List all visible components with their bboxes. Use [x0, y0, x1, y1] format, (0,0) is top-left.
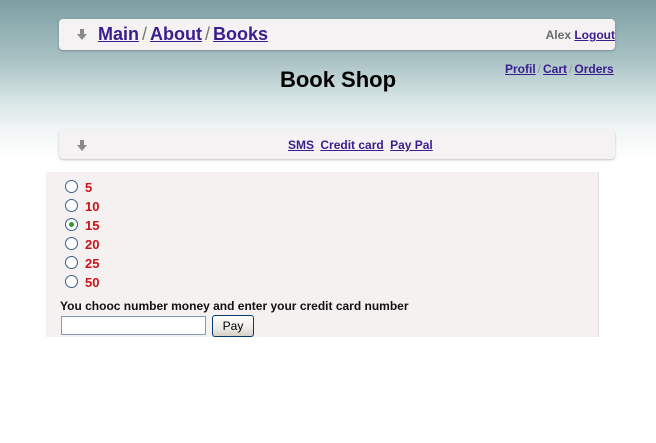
page-title: Book Shop	[279, 67, 397, 92]
down-arrow-icon	[77, 29, 87, 40]
breadcrumb-main[interactable]: Main	[98, 24, 139, 44]
logout-link[interactable]: Logout	[574, 28, 615, 42]
breadcrumb-about[interactable]: About	[150, 24, 202, 44]
amount-label: 25	[85, 256, 100, 271]
amount-radio[interactable]	[65, 237, 78, 250]
payment-panel: 5 10 15 20 25 50 You chooc number money …	[46, 172, 599, 337]
sms-link[interactable]: SMS	[288, 138, 314, 152]
credit-card-link[interactable]: Credit card	[320, 138, 383, 152]
user-area: Alex Logout	[546, 28, 615, 42]
amount-label: 10	[85, 199, 100, 214]
payment-method-bar: SMS Credit card Pay Pal	[59, 130, 615, 159]
breadcrumb-separator: /	[142, 24, 148, 44]
amount-radio[interactable]	[65, 180, 78, 193]
amount-radio[interactable]	[65, 199, 78, 212]
payment-method-links: SMS Credit card Pay Pal	[288, 138, 436, 152]
amount-label: 20	[85, 237, 100, 252]
breadcrumb-separator: /	[205, 24, 211, 44]
amount-label: 50	[85, 275, 100, 290]
navigation-bar: Main / About / Books Alex Logout	[59, 19, 615, 50]
credit-card-input[interactable]	[61, 316, 206, 335]
amount-label: 5	[85, 180, 93, 195]
amount-label: 15	[85, 218, 100, 233]
breadcrumb-books[interactable]: Books	[213, 24, 268, 44]
pay-button[interactable]: Pay	[212, 315, 254, 337]
amount-radio-selected[interactable]	[65, 218, 78, 231]
username: Alex	[545, 28, 571, 42]
instruction-text: You chooc number money and enter your cr…	[60, 299, 409, 313]
amount-radio[interactable]	[65, 275, 78, 288]
paypal-link[interactable]: Pay Pal	[390, 138, 433, 152]
amount-radio[interactable]	[65, 256, 78, 269]
breadcrumb: Main / About / Books	[98, 24, 268, 45]
down-arrow-icon	[77, 140, 87, 151]
